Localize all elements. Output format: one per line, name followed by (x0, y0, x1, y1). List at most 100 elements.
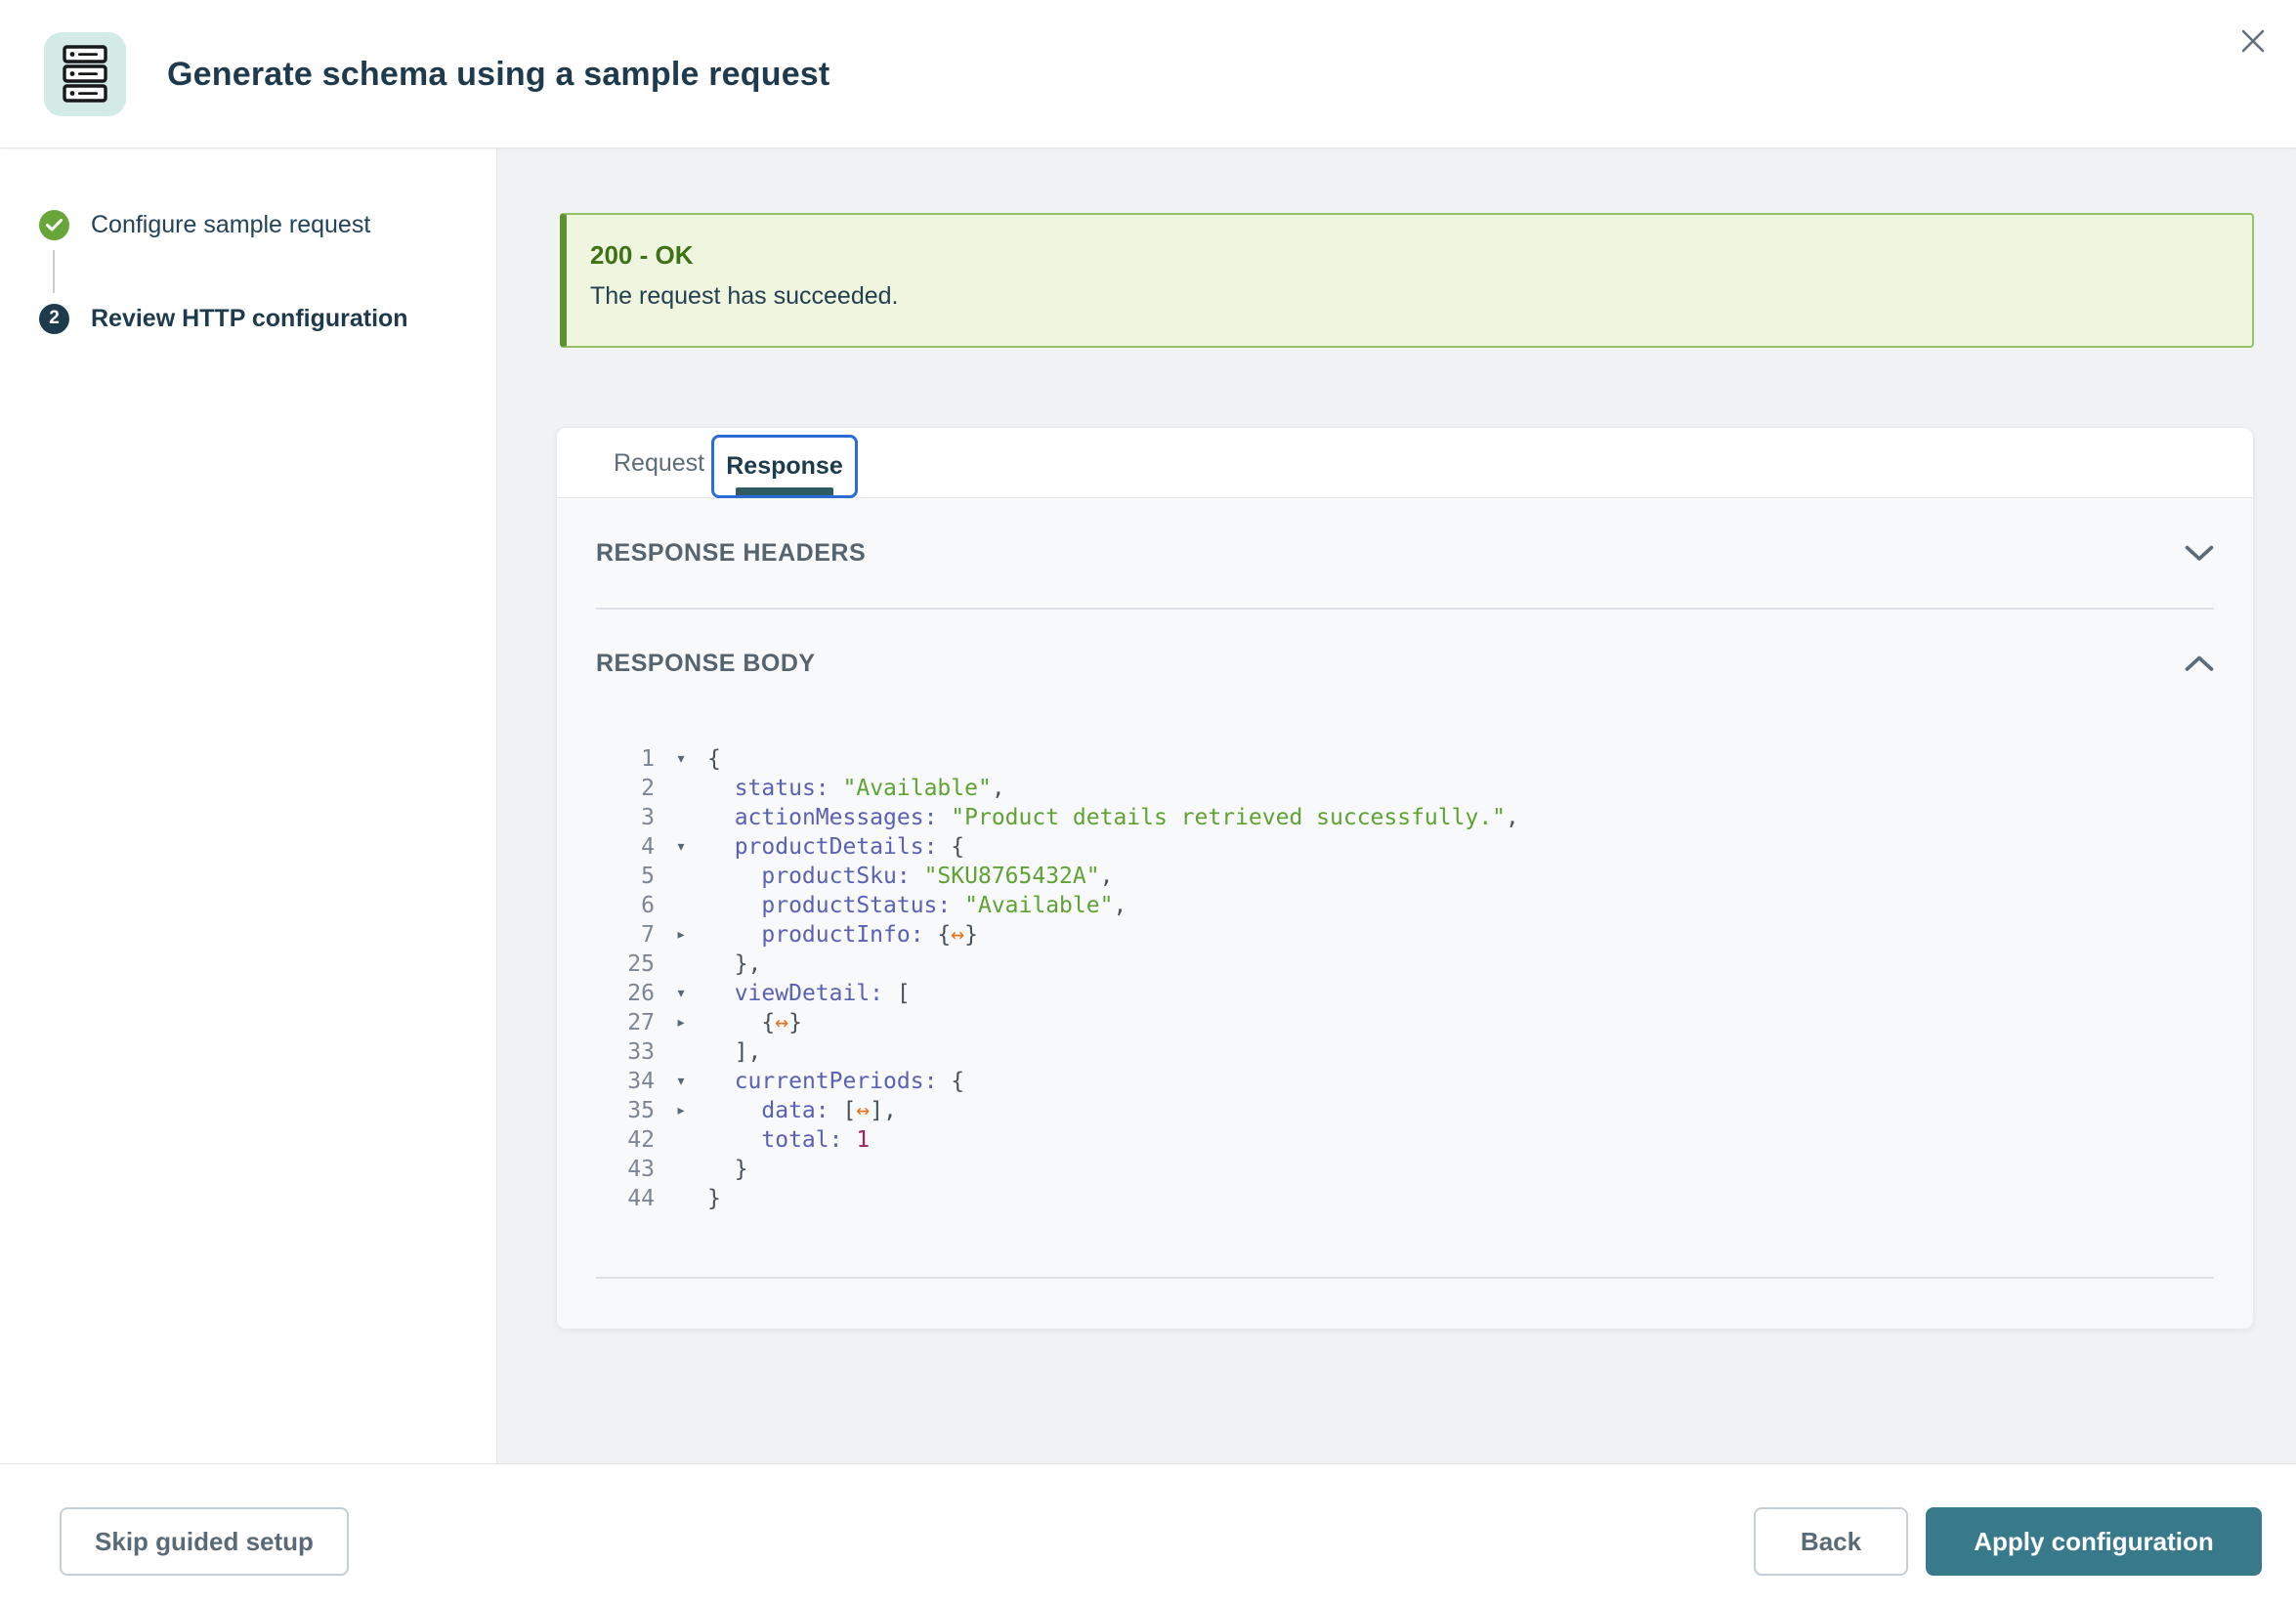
code-text: } (707, 1184, 721, 1213)
code-text: {↔} (707, 1008, 802, 1037)
code-token: "Available" (964, 893, 1113, 918)
fold-toggle-icon[interactable]: ▸ (655, 920, 707, 950)
code-token: } (788, 1010, 802, 1035)
code-text: actionMessages: "Product details retriev… (707, 803, 1519, 832)
http-config-panel: Request Response RESPONSE HEADERS RESPON… (556, 427, 2254, 1330)
code-text: total: 1 (707, 1125, 870, 1155)
code-token: , (1113, 893, 1127, 918)
stepper-sidebar: Configure sample request 2 Review HTTP c… (0, 148, 497, 1463)
code-token: productInfo: (761, 922, 923, 948)
code-token: "Product details retrieved successfully.… (951, 805, 1506, 830)
code-token: ], (707, 1039, 761, 1065)
step-review-http-configuration[interactable]: 2 Review HTTP configuration (39, 299, 408, 338)
collapsed-content-marker[interactable]: ↔ (775, 1010, 788, 1035)
code-token: currentPeriods: (735, 1069, 938, 1094)
line-number: 6 (596, 891, 655, 920)
collapsed-content-marker[interactable]: ↔ (951, 922, 964, 948)
line-number: 4 (596, 832, 655, 862)
code-line: 4▾ productDetails: { (596, 832, 2214, 862)
code-token: total: (761, 1127, 842, 1153)
fold-toggle-spacer (655, 891, 707, 920)
code-token (707, 805, 735, 830)
line-number: 5 (596, 862, 655, 891)
code-token: } (964, 922, 978, 948)
tabs-bar: Request Response (557, 428, 2253, 498)
active-tab-indicator (736, 487, 833, 495)
fold-toggle-spacer (655, 1125, 707, 1155)
code-token (951, 893, 964, 918)
close-button[interactable] (2226, 14, 2280, 68)
code-token: "Available" (843, 776, 992, 801)
code-text: productStatus: "Available", (707, 891, 1127, 920)
code-text: status: "Available", (707, 774, 1005, 803)
code-token (707, 864, 761, 889)
code-text: viewDetail: [ (707, 979, 911, 1008)
apply-configuration-button[interactable]: Apply configuration (1926, 1507, 2262, 1576)
chevron-down-icon[interactable] (2185, 545, 2214, 562)
code-token: { (937, 834, 964, 860)
code-text: currentPeriods: { (707, 1067, 964, 1096)
code-token (707, 922, 761, 948)
code-line: 1▾{ (596, 744, 2214, 774)
code-token: } (707, 1186, 721, 1211)
step-label: Configure sample request (91, 211, 370, 239)
code-line: 43 } (596, 1155, 2214, 1184)
line-number: 26 (596, 979, 655, 1008)
line-number: 1 (596, 744, 655, 774)
code-token: { (937, 1069, 964, 1094)
step-number-badge: 2 (39, 304, 69, 334)
chevron-up-icon[interactable] (2185, 655, 2214, 672)
line-number: 34 (596, 1067, 655, 1096)
code-token: actionMessages: (735, 805, 938, 830)
line-number: 44 (596, 1184, 655, 1213)
code-token (707, 981, 735, 1006)
fold-toggle-spacer (655, 803, 707, 832)
code-token: { (707, 746, 721, 772)
fold-toggle-icon[interactable]: ▾ (655, 979, 707, 1008)
code-line: 5 productSku: "SKU8765432A", (596, 862, 2214, 891)
code-line: 3 actionMessages: "Product details retri… (596, 803, 2214, 832)
code-token: 1 (856, 1127, 870, 1153)
fold-toggle-spacer (655, 1037, 707, 1067)
code-token (911, 864, 924, 889)
fold-toggle-icon[interactable]: ▾ (655, 1067, 707, 1096)
fold-toggle-icon[interactable]: ▾ (655, 832, 707, 862)
code-token (707, 1127, 761, 1153)
success-banner: 200 - OK The request has succeeded. (560, 213, 2254, 348)
code-token: data: (761, 1098, 829, 1123)
code-text: }, (707, 950, 761, 979)
line-number: 43 (596, 1155, 655, 1184)
code-token (707, 893, 761, 918)
fold-toggle-icon[interactable]: ▸ (655, 1096, 707, 1125)
code-line: 2 status: "Available", (596, 774, 2214, 803)
code-line: 7▸ productInfo: {↔} (596, 920, 2214, 950)
status-message: The request has succeeded. (590, 282, 2229, 311)
http-connector-icon (44, 32, 126, 116)
response-body-toggle[interactable]: RESPONSE BODY (557, 610, 2253, 717)
code-line: 27▸ {↔} (596, 1008, 2214, 1037)
code-token: , (1506, 805, 1519, 830)
tab-request[interactable]: Request (600, 428, 718, 498)
code-divider (596, 1277, 2214, 1279)
code-token (707, 1098, 761, 1123)
step-label: Review HTTP configuration (91, 305, 408, 333)
code-line: 25 }, (596, 950, 2214, 979)
fold-toggle-spacer (655, 1155, 707, 1184)
code-token: } (707, 1157, 748, 1182)
tab-response[interactable]: Response (711, 435, 858, 498)
line-number: 27 (596, 1008, 655, 1037)
code-line: 35▸ data: [↔], (596, 1096, 2214, 1125)
fold-toggle-spacer (655, 950, 707, 979)
modal-header: Generate schema using a sample request (0, 0, 2296, 148)
skip-guided-setup-button[interactable]: Skip guided setup (60, 1507, 349, 1576)
code-token: viewDetail: (735, 981, 883, 1006)
back-button[interactable]: Back (1754, 1507, 1908, 1576)
response-headers-toggle[interactable]: RESPONSE HEADERS (557, 498, 2253, 608)
collapsed-content-marker[interactable]: ↔ (856, 1098, 870, 1123)
code-token: "SKU8765432A" (924, 864, 1100, 889)
step-configure-sample-request[interactable]: Configure sample request (39, 205, 370, 244)
fold-toggle-icon[interactable]: ▾ (655, 744, 707, 774)
code-line: 42 total: 1 (596, 1125, 2214, 1155)
fold-toggle-icon[interactable]: ▸ (655, 1008, 707, 1037)
code-token (707, 834, 735, 860)
